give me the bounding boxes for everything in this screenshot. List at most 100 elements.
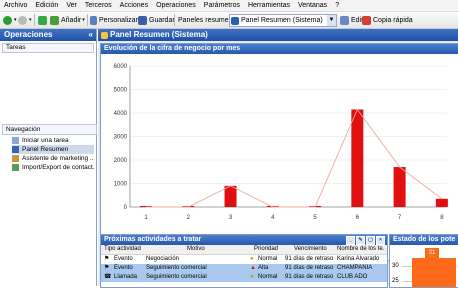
menu-ventanas[interactable]: Ventanas xyxy=(294,0,331,11)
add-label: Añadir xyxy=(61,16,82,24)
task-icon xyxy=(12,137,19,144)
activities-header: Próximas actividades a tratar _ ✎ ▢ × xyxy=(101,235,387,245)
menu-help[interactable]: ? xyxy=(331,0,343,11)
event-icon: ⚑ xyxy=(104,256,110,262)
quick-copy-icon xyxy=(362,15,371,25)
back-icon xyxy=(3,15,12,25)
x-tick-label: 6 xyxy=(356,215,360,221)
opportunities-title: Estado de los pote xyxy=(393,236,456,243)
nav-item-label: Asistente de marketing ... xyxy=(22,155,94,162)
edit-icon[interactable]: ✎ xyxy=(356,236,365,245)
panel-icon xyxy=(101,31,108,39)
panels-label: Paneles resumen xyxy=(178,16,233,24)
customize-button[interactable]: Personalizar xyxy=(90,12,138,28)
customize-label: Personalizar xyxy=(99,16,138,24)
col-type[interactable]: Tipo actividad xyxy=(104,245,164,254)
y-tick-label: 3000 xyxy=(114,135,128,141)
refresh-button[interactable] xyxy=(38,12,49,28)
opportunities-panel: Estado de los pote 30 25 31 xyxy=(389,234,458,288)
panels-button[interactable]: Paneles resumen xyxy=(178,12,232,28)
nav-item-start-task[interactable]: Iniciar una tarea xyxy=(12,136,94,145)
nav-item-label: Iniciar una tarea xyxy=(22,137,69,144)
chevron-down-icon: ▼ xyxy=(327,15,336,26)
refresh-icon xyxy=(38,15,47,25)
activities-title: Próximas actividades a tratar xyxy=(104,236,202,243)
x-tick-label: 3 xyxy=(229,215,233,221)
menu-terceros[interactable]: Terceros xyxy=(81,0,116,11)
revenue-chart: 0 1000 2000 3000 4000 5000 6000 1 2 3 4 5 6 7 8 xyxy=(114,64,448,221)
save-label: Guardar xyxy=(149,16,175,24)
save-icon xyxy=(138,15,147,25)
operations-panel: Operaciones « Tareas Navegación Iniciar u… xyxy=(0,29,97,286)
col-reason[interactable]: Motivo xyxy=(187,245,247,254)
import-export-icon xyxy=(12,164,19,171)
x-tick-label: 5 xyxy=(313,215,317,221)
table-row[interactable]: ⚑ Evento Seguimiento comercial ▲ Alta 91… xyxy=(101,264,387,273)
bar xyxy=(435,198,448,207)
y-tick-label: 0 xyxy=(124,205,128,211)
edit-icon xyxy=(340,15,349,25)
menu-herramientas[interactable]: Herramientas xyxy=(244,0,294,11)
cell-reason: Seguimiento comercial xyxy=(146,274,207,280)
priority-icon: ▲ xyxy=(250,265,256,271)
tasks-box: Tareas xyxy=(2,43,94,53)
forward-icon xyxy=(18,15,27,25)
wizard-icon xyxy=(12,155,19,162)
opportunities-header: Estado de los pote xyxy=(390,235,458,245)
cell-name: CHAMPANIA xyxy=(337,265,373,271)
minimize-icon[interactable]: _ xyxy=(346,236,355,245)
menu-ver[interactable]: Ver xyxy=(62,0,81,11)
restore-icon[interactable]: ▢ xyxy=(366,236,375,245)
y-tick-label: 5000 xyxy=(114,88,128,94)
bar xyxy=(393,167,406,207)
table-header: Tipo actividad Motivo Prioridad Vencimie… xyxy=(101,245,387,255)
menu-edicion[interactable]: Edición xyxy=(31,0,62,11)
nav-item-import-export[interactable]: Import/Export de contact... xyxy=(12,163,94,172)
x-tick-label: 4 xyxy=(271,215,275,221)
x-tick-label: 7 xyxy=(398,215,402,221)
revenue-chart-panel: Evolución de la cifra de negocio por mes… xyxy=(100,43,458,261)
menu-archivo[interactable]: Archivo xyxy=(0,0,31,11)
panel-title: Panel Resumen (Sistema) xyxy=(110,30,208,39)
y-tick-label: 6000 xyxy=(114,64,128,70)
nav-item-panel-resumen[interactable]: Panel Resumen xyxy=(12,145,94,154)
save-button[interactable]: Guardar xyxy=(138,12,175,28)
customize-icon xyxy=(90,15,97,25)
panel-buttons: _ ✎ ▢ × xyxy=(346,236,385,245)
menu-operaciones[interactable]: Operaciones xyxy=(152,0,200,11)
navigation-header: Navegación xyxy=(2,124,97,135)
nav-item-marketing-wizard[interactable]: Asistente de marketing ... xyxy=(12,154,94,163)
main-area: Panel Resumen (Sistema) Evolución de la … xyxy=(98,29,458,288)
cell-due: 91 días de retraso xyxy=(285,256,333,262)
collapse-icon[interactable]: « xyxy=(89,29,93,41)
quick-copy-button[interactable]: Copia rápida xyxy=(362,12,413,28)
menu-acciones[interactable]: Acciones xyxy=(116,0,152,11)
operations-title: Operaciones xyxy=(4,30,53,39)
table-row[interactable]: ⚑ Evento Negociación ● Normal 91 días de… xyxy=(101,255,387,264)
operations-header: Operaciones « xyxy=(0,29,96,41)
back-button[interactable]: ▾ xyxy=(3,12,17,28)
col-priority[interactable]: Prioridad xyxy=(254,245,284,254)
axis-label-25: 25 xyxy=(392,278,399,284)
bar xyxy=(351,109,364,207)
panel-select[interactable]: Panel Resumen (Sistema) ▼ xyxy=(229,14,337,27)
activities-panel: Próximas actividades a tratar _ ✎ ▢ × Tipo … xyxy=(100,234,388,288)
navigation-list: Iniciar una tarea Panel Resumen Asistent… xyxy=(12,136,94,172)
menu-parametros[interactable]: Parámetros xyxy=(200,0,244,11)
cell-priority: Normal xyxy=(258,256,278,262)
forward-button[interactable]: ▾ xyxy=(18,12,32,28)
y-tick-label: 1000 xyxy=(114,182,128,188)
cell-due: 91 días de retraso xyxy=(285,265,333,271)
chart-title: Evolución de la cifra de negocio por mes xyxy=(101,44,458,54)
close-icon[interactable]: × xyxy=(376,236,385,245)
add-button[interactable]: Añadir ▾ xyxy=(50,12,85,28)
opportunity-badge: 31 xyxy=(425,248,439,258)
dashboard-icon xyxy=(12,146,19,153)
table-row[interactable]: ☎ Llamada Seguimiento comercial ● Normal… xyxy=(101,273,387,282)
col-name[interactable]: Nombre de los te... xyxy=(337,245,385,254)
panel-header: Panel Resumen (Sistema) xyxy=(98,29,458,41)
priority-icon: ● xyxy=(250,256,254,262)
col-due[interactable]: Vencimiento xyxy=(294,245,340,254)
x-tick-label: 1 xyxy=(144,215,148,221)
cell-reason: Seguimiento comercial xyxy=(146,265,207,271)
